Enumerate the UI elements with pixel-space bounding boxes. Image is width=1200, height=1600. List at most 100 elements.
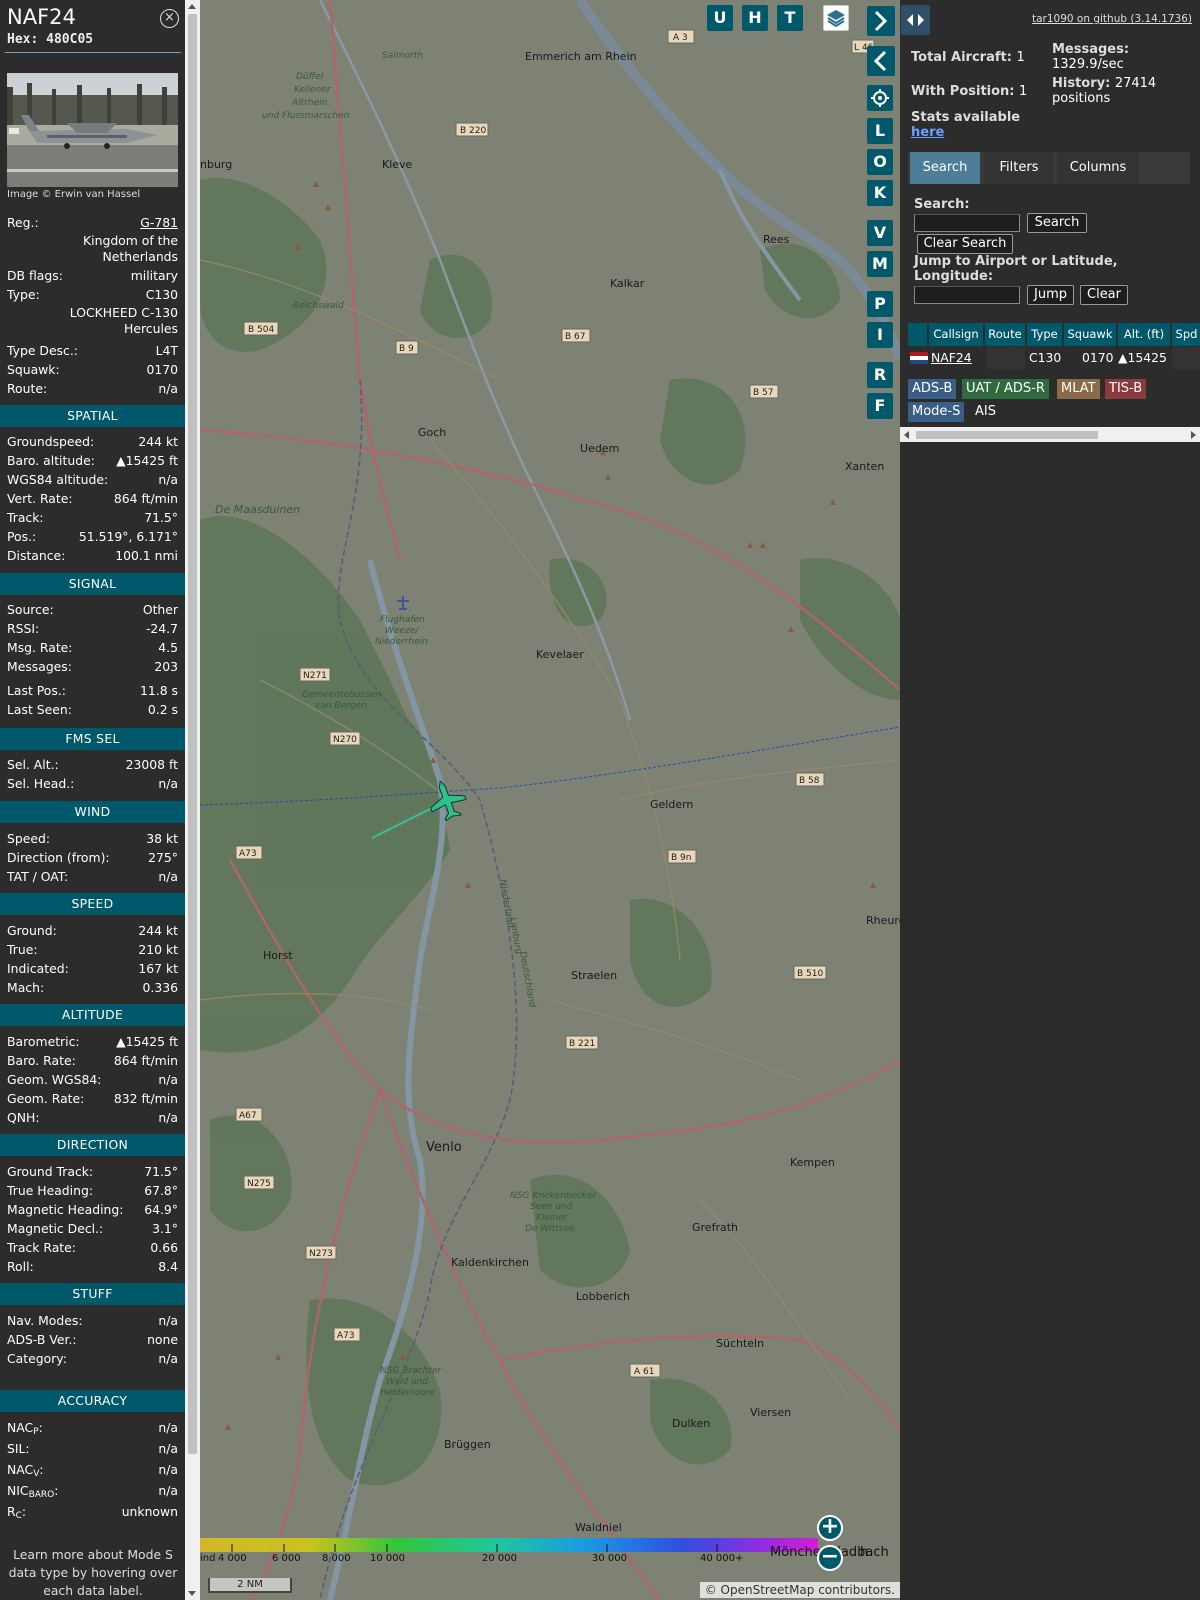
column-header-callsign[interactable]: Callsign [929, 323, 984, 346]
svg-text:Heidemoore: Heidemoore [380, 1388, 436, 1398]
svg-text:Düffel: Düffel [296, 72, 324, 82]
svg-text:Kempen: Kempen [790, 1156, 835, 1169]
info-label: Indicated: [7, 961, 69, 976]
info-row-accuracy: NAC P: n/a [7, 1419, 178, 1437]
toggle-f-button[interactable]: F [867, 393, 893, 419]
info-value: 832 ft/min [113, 1091, 178, 1106]
table-cell-callsign[interactable]: NAF24 [931, 347, 983, 369]
svg-text:Rees: Rees [763, 233, 790, 246]
svg-text:N270: N270 [333, 735, 357, 745]
jump-input[interactable] [914, 286, 1020, 304]
info-value: n/a [158, 869, 178, 884]
toggle-t-button[interactable]: T [777, 5, 803, 31]
column-header-route[interactable]: Route [985, 323, 1026, 346]
info-row-accuracy: R C: unknown [7, 1503, 178, 1521]
clear-button[interactable]: Clear [1080, 285, 1128, 305]
github-link[interactable]: tar1090 on github (3.14.1736) [1032, 13, 1192, 25]
section-spatial: SPATIAL [0, 405, 185, 427]
info-row-wind: Speed: 38 kt [7, 830, 178, 847]
info-row-wind: Direction (from): 275° [7, 849, 178, 866]
info-panel-scrollbar[interactable] [185, 0, 200, 1600]
info-label: QNH: [7, 1110, 40, 1125]
map-attribution[interactable]: © OpenStreetMap contributors. [699, 1582, 900, 1598]
close-icon[interactable]: × [160, 9, 179, 28]
svg-text:Kevelaer: Kevelaer [536, 648, 584, 661]
info-label: NAC [7, 1462, 34, 1477]
info-label: Category: [7, 1351, 67, 1366]
info-row-direction: Roll: 8.4 [7, 1258, 178, 1275]
svg-text:B 57: B 57 [753, 388, 774, 398]
toggle-i-button[interactable]: I [867, 322, 893, 348]
info-row-direction: Magnetic Decl.: 3.1° [7, 1220, 178, 1237]
column-header-speed[interactable]: Spd [1172, 323, 1200, 346]
column-header-type[interactable]: Type [1027, 323, 1063, 346]
svg-text:Salmorth: Salmorth [382, 51, 423, 61]
table-horizontal-scrollbar[interactable] [900, 427, 1200, 442]
registration-link[interactable]: G-781 [140, 214, 178, 231]
chevron-right-icon[interactable] [867, 6, 895, 36]
legend-adsb: ADS-B [908, 379, 957, 399]
expand-horizontal-icon[interactable] [901, 5, 930, 35]
column-header-flag[interactable] [908, 323, 928, 346]
search-input[interactable] [914, 214, 1020, 232]
jump-button[interactable]: Jump [1027, 285, 1074, 305]
info-value: n/a [158, 1351, 178, 1366]
history-positions: History: 27414 positions [1052, 76, 1157, 106]
info-value: 0.336 [142, 980, 178, 995]
layers-icon[interactable] [823, 5, 849, 31]
info-row-altitude: Geom. WGS84: n/a [7, 1071, 178, 1088]
column-header-altitude[interactable]: Alt. (ft) [1118, 323, 1171, 346]
svg-text:Kleve: Kleve [382, 158, 413, 171]
legend-modes: Mode-S [908, 402, 965, 422]
info-label: True Heading: [7, 1183, 93, 1198]
info-label: Ground: [7, 923, 57, 938]
zoom-in-button[interactable]: + [817, 1515, 843, 1541]
map-view[interactable]: Emmerich am Rhein Kleve Kalkar Rees Goch… [200, 0, 900, 1600]
info-value: 71.5° [144, 1164, 178, 1179]
info-value: n/a [158, 1441, 178, 1456]
info-value: 4.5 [158, 640, 178, 655]
info-value: 3.1° [152, 1221, 178, 1236]
tab-search[interactable]: Search [910, 152, 980, 184]
info-label: Geom. WGS84: [7, 1072, 102, 1087]
chevron-left-icon[interactable] [867, 46, 895, 76]
info-row-spatial: Track: 71.5° [7, 509, 178, 526]
info-row-country: Kingdom of the Netherlands [83, 233, 178, 264]
info-row-signal: Messages: 203 [7, 658, 178, 675]
toggle-p-button[interactable]: P [867, 291, 893, 317]
toggle-k-button[interactable]: K [867, 180, 893, 206]
section-wind: WIND [0, 801, 185, 823]
toggle-u-button[interactable]: U [707, 5, 733, 31]
altitude-scale-labels: ind 4 000 6 000 8 000 10 000 20 000 30 0… [200, 1553, 744, 1564]
info-row-type-name: LOCKHEED C-130 Hercules [69, 305, 178, 336]
tab-columns[interactable]: Columns [1057, 152, 1139, 184]
svg-text:Kalkar: Kalkar [610, 277, 645, 290]
toggle-l-button[interactable]: L [867, 118, 893, 144]
info-label: NAC [7, 1420, 34, 1435]
svg-text:B 9: B 9 [399, 344, 414, 354]
svg-text:Grefrath: Grefrath [692, 1221, 738, 1234]
gear-icon[interactable] [867, 85, 893, 111]
zoom-out-button[interactable]: − [817, 1545, 843, 1571]
info-label: TAT / OAT: [7, 869, 69, 884]
legend-ais: AIS [975, 404, 996, 419]
info-label: NIC [7, 1483, 29, 1498]
info-value: 167 kt [138, 961, 178, 976]
column-header-squawk[interactable]: Squawk [1064, 323, 1117, 346]
svg-text:nburg: nburg [200, 158, 232, 171]
info-row-altitude: QNH: n/a [7, 1109, 178, 1126]
svg-text:Kleiner: Kleiner [536, 1213, 569, 1223]
clear-search-button[interactable]: Clear Search [917, 234, 1013, 254]
search-button[interactable]: Search [1027, 213, 1087, 233]
toggle-h-button[interactable]: H [742, 5, 768, 31]
toggle-m-button[interactable]: M [867, 251, 893, 277]
title-divider [5, 52, 181, 53]
toggle-v-button[interactable]: V [867, 220, 893, 246]
info-label: Direction (from): [7, 850, 110, 865]
stats-link[interactable]: here [911, 125, 944, 140]
section-accuracy: ACCURACY [0, 1390, 185, 1412]
aircraft-photo[interactable] [7, 73, 178, 187]
tab-filters[interactable]: Filters [984, 152, 1054, 184]
toggle-o-button[interactable]: O [867, 149, 893, 175]
toggle-r-button[interactable]: R [867, 362, 893, 388]
